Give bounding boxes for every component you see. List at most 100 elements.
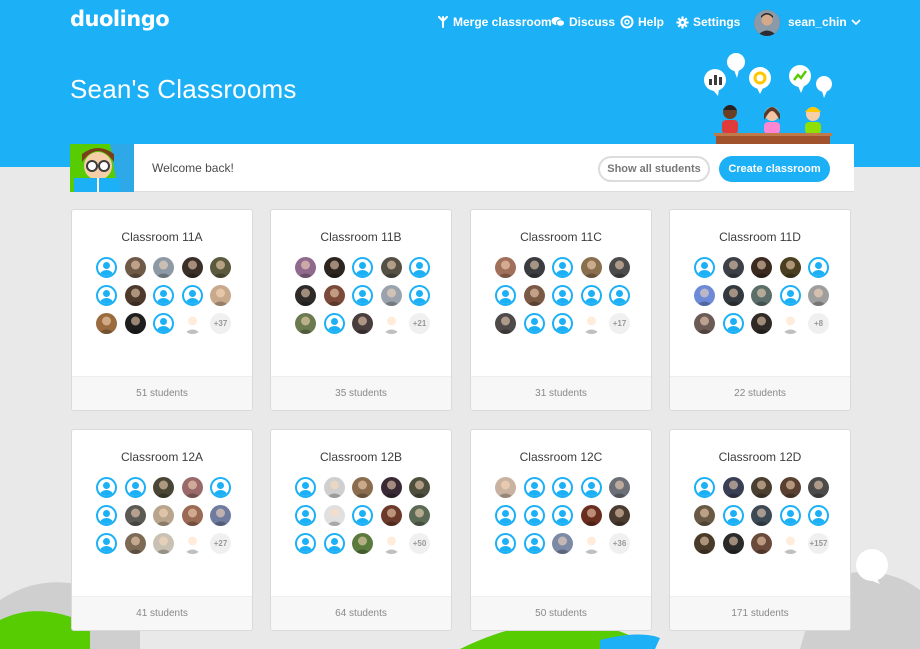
default-avatar-icon <box>323 533 345 554</box>
more-students-count: +36 <box>609 533 630 554</box>
classroom-card[interactable]: Classroom 11A +37 51 students <box>71 209 253 411</box>
create-classroom-button[interactable]: Create classroom <box>719 156 830 182</box>
default-avatar-icon <box>295 533 316 554</box>
page-title: Sean's Classrooms <box>70 74 297 104</box>
student-avatar <box>210 285 231 306</box>
classroom-title: Classroom 11D <box>719 230 801 244</box>
speech-bubble-chart <box>704 69 726 96</box>
student-avatar <box>694 505 715 526</box>
student-avatar <box>780 533 801 554</box>
student-count: 171 students <box>670 596 850 630</box>
student-avatar <box>808 285 829 306</box>
student-avatar <box>694 313 715 334</box>
default-avatar-icon <box>153 313 174 334</box>
default-avatar-icon <box>495 285 516 306</box>
student-avatar <box>780 313 801 334</box>
more-students-count: +37 <box>210 313 231 334</box>
classroom-title: Classroom 12D <box>718 450 802 464</box>
student-avatar <box>295 257 316 278</box>
settings-label: Settings <box>693 15 741 29</box>
student-avatar <box>609 257 630 278</box>
default-avatar-icon <box>153 285 174 306</box>
student-avatar <box>694 533 715 554</box>
settings-link[interactable]: Settings <box>676 11 740 33</box>
student-avatar <box>751 477 772 498</box>
discuss-link[interactable]: Discuss <box>551 11 615 33</box>
student-avatar <box>381 533 402 554</box>
student-avatar <box>124 533 146 554</box>
default-avatar-icon <box>352 505 373 526</box>
discuss-icon <box>551 17 565 27</box>
more-students-count: +157 <box>808 533 829 554</box>
default-avatar-icon <box>323 313 345 334</box>
classroom-card[interactable]: Classroom 12D +157 171 students <box>669 429 851 631</box>
default-avatar-icon <box>694 257 715 278</box>
student-avatar <box>751 505 772 526</box>
student-count: 31 students <box>471 376 651 410</box>
default-avatar-icon <box>96 257 117 278</box>
student-avatar <box>380 285 402 306</box>
default-avatar-icon <box>96 285 117 306</box>
merge-classroom-link[interactable]: Merge classroom <box>437 11 552 33</box>
student-avatar <box>380 505 402 526</box>
more-students-count: +8 <box>808 313 829 334</box>
student-avatar <box>722 477 744 498</box>
classroom-card[interactable]: Classroom 11C +17 31 students <box>470 209 652 411</box>
student-avatar <box>581 533 602 554</box>
student-avatar <box>182 313 203 334</box>
student-avatar <box>581 313 602 334</box>
student-avatar <box>751 313 772 334</box>
help-label: Help <box>638 15 665 29</box>
classroom-title: Classroom 11A <box>121 230 203 244</box>
help-link[interactable]: Help <box>620 11 664 33</box>
user-avatar[interactable] <box>754 10 780 36</box>
speech-bubble-ring <box>749 67 771 94</box>
speech-bubble-empty-2 <box>816 76 832 98</box>
user-menu[interactable]: sean_chin <box>788 11 865 33</box>
student-avatar <box>722 285 744 306</box>
duolingo-logo[interactable]: duolingo <box>70 7 170 31</box>
teacher-3 <box>805 107 821 134</box>
default-avatar-icon <box>409 257 430 278</box>
default-avatar-icon <box>808 505 829 526</box>
student-avatar <box>181 477 203 498</box>
student-avatar <box>751 285 772 306</box>
student-avatar <box>580 257 602 278</box>
default-avatar-icon <box>552 257 573 278</box>
welcome-illustration <box>70 144 134 192</box>
student-count: 41 students <box>72 596 252 630</box>
default-avatar-icon <box>181 285 203 306</box>
student-avatar <box>352 313 373 334</box>
speech-bubble-empty <box>727 53 745 78</box>
default-avatar-icon <box>295 477 316 498</box>
classroom-card[interactable]: Classroom 11B +21 35 students <box>270 209 452 411</box>
teacher-1 <box>722 105 738 134</box>
show-all-students-button[interactable]: Show all students <box>598 156 710 182</box>
student-avatar <box>182 533 203 554</box>
more-students-count: +21 <box>409 313 430 334</box>
student-avatar <box>609 477 630 498</box>
student-avatar <box>380 477 402 498</box>
student-avatar <box>323 505 345 526</box>
default-avatar-icon <box>124 477 146 498</box>
student-avatar <box>153 257 174 278</box>
default-avatar-icon <box>523 313 545 334</box>
classroom-card[interactable]: Classroom 11D +8 22 students <box>669 209 851 411</box>
classroom-card[interactable]: Classroom 12B +50 64 students <box>270 429 452 631</box>
student-avatar <box>779 477 801 498</box>
student-count: 50 students <box>471 596 651 630</box>
classroom-title: Classroom 12C <box>519 450 603 464</box>
default-avatar-icon <box>295 505 316 526</box>
gear-icon <box>676 15 689 29</box>
student-avatar <box>96 313 117 334</box>
discuss-label: Discuss <box>569 15 616 29</box>
student-avatar <box>495 313 516 334</box>
student-avatar <box>153 505 174 526</box>
student-avatar <box>380 257 402 278</box>
classroom-card[interactable]: Classroom 12C +36 50 students <box>470 429 652 631</box>
classroom-card[interactable]: Classroom 12A +27 41 students <box>71 429 253 631</box>
student-avatar <box>124 313 146 334</box>
teachers-illustration <box>704 53 832 144</box>
chevron-down-icon <box>851 19 861 26</box>
default-avatar-icon <box>694 477 715 498</box>
